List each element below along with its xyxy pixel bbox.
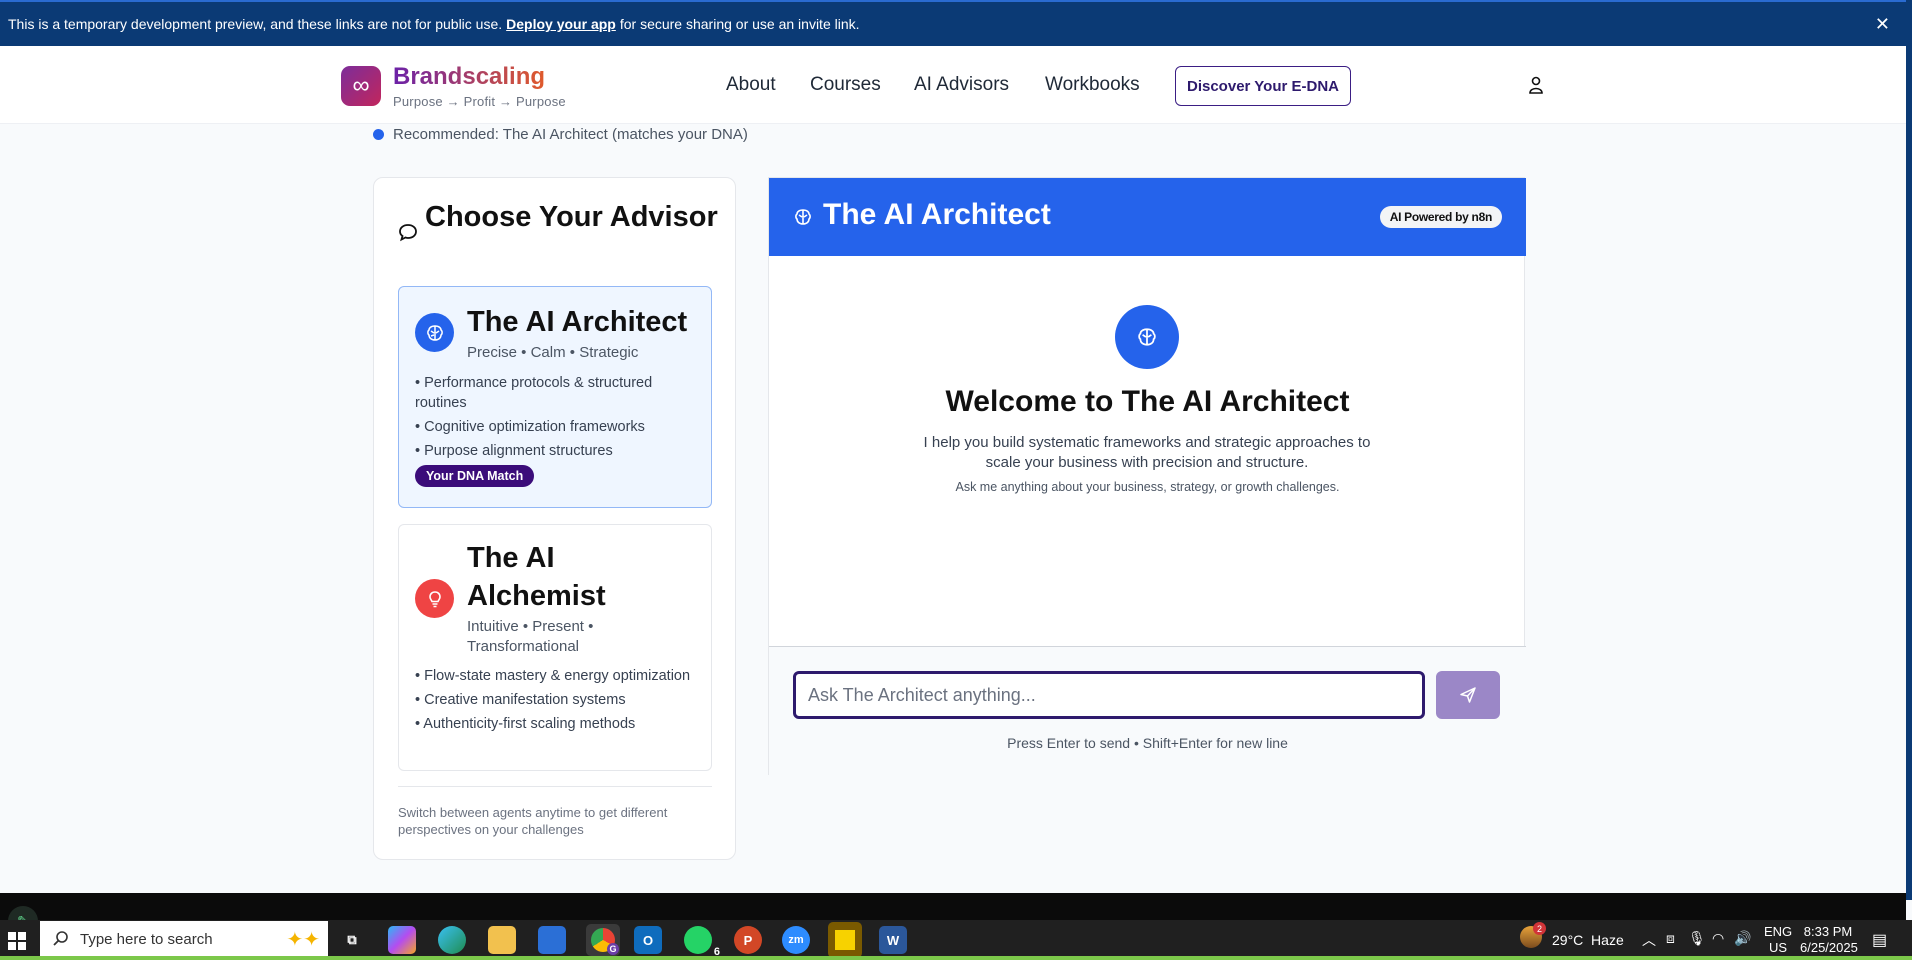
- banner-text: This is a temporary development preview,…: [8, 16, 503, 32]
- search-placeholder: Type here to search: [80, 930, 213, 948]
- taskbar-accent-line: [0, 956, 1912, 960]
- advisor-panel: Choose Your Advisor The AI Architect Pre…: [373, 177, 736, 860]
- divider: [398, 786, 712, 787]
- clock[interactable]: 8:33 PM 6/25/2025: [1800, 924, 1858, 956]
- send-button[interactable]: [1436, 671, 1500, 719]
- edge-icon[interactable]: [438, 926, 466, 954]
- nav-workbooks[interactable]: Workbooks: [1045, 74, 1140, 96]
- advisor-traits: Precise • Calm • Strategic: [467, 344, 639, 361]
- close-icon[interactable]: ✕: [1875, 14, 1890, 35]
- chat-title: The AI Architect: [823, 198, 1051, 231]
- deploy-link[interactable]: Deploy your app: [506, 16, 616, 32]
- page-bottom-band: [0, 893, 1906, 920]
- weather-text[interactable]: 29°C Haze: [1552, 932, 1624, 948]
- chat-panel: The AI Architect AI Powered by n8n Welco…: [768, 177, 1526, 776]
- taskbar-search[interactable]: Type here to search ✦✦: [40, 921, 328, 957]
- chat-bubble-icon: [399, 224, 417, 242]
- banner-text-after: for secure sharing or use an invite link…: [619, 16, 860, 32]
- task-view-icon[interactable]: ⧉: [338, 926, 366, 954]
- brand-name[interactable]: Brandscaling: [393, 63, 545, 91]
- preview-banner: This is a temporary development preview,…: [0, 0, 1906, 46]
- advisor-bullets: • Performance protocols & structured rou…: [415, 375, 653, 459]
- nav-about[interactable]: About: [726, 74, 776, 96]
- recommendation-text: Recommended: The AI Architect (matches y…: [393, 126, 748, 143]
- chat-header: The AI Architect AI Powered by n8n: [769, 178, 1526, 256]
- taskbar: Type here to search ✦✦ ⧉ G O 6 P zm W 2 …: [0, 920, 1912, 960]
- sticky-notes-icon[interactable]: [828, 922, 862, 958]
- lightbulb-icon: [415, 579, 454, 618]
- send-icon: [1460, 687, 1476, 703]
- wifi-icon[interactable]: ◠: [1712, 930, 1724, 947]
- logo-icon[interactable]: ∞: [341, 66, 381, 106]
- whatsapp-icon[interactable]: 6: [684, 926, 720, 958]
- welcome-text: I help you build systematic frameworks a…: [923, 434, 1371, 471]
- powered-by-badge: AI Powered by n8n: [1379, 206, 1502, 228]
- dna-match-badge: Your DNA Match: [415, 465, 535, 487]
- welcome-subtext: Ask me anything about your business, str…: [955, 480, 1340, 494]
- chevron-up-icon[interactable]: ︿: [1642, 930, 1656, 950]
- volume-icon[interactable]: 🔊: [1734, 930, 1751, 947]
- language-indicator[interactable]: ENG US: [1764, 924, 1792, 956]
- search-icon: [53, 931, 68, 946]
- meet-now-icon[interactable]: ⧈: [1666, 930, 1675, 947]
- site-header: ∞ Brandscaling Purpose → Profit → Purpos…: [0, 46, 1906, 124]
- word-icon[interactable]: W: [879, 926, 907, 954]
- user-icon[interactable]: [1528, 76, 1544, 94]
- brand-tagline: Purpose → Profit → Purpose: [393, 94, 566, 109]
- advisor-name: The AI Alchemist: [467, 542, 606, 612]
- windows-start-icon[interactable]: [8, 932, 26, 950]
- brain-icon: [415, 313, 454, 352]
- status-dot-icon: [373, 129, 384, 140]
- nav-ai-advisors[interactable]: AI Advisors: [914, 74, 1009, 96]
- input-hint: Press Enter to send • Shift+Enter for ne…: [1007, 735, 1288, 751]
- store-icon[interactable]: [538, 926, 566, 954]
- file-explorer-icon[interactable]: [488, 926, 516, 954]
- nav-courses[interactable]: Courses: [810, 74, 881, 96]
- discover-edna-button[interactable]: Discover Your E-DNA: [1175, 66, 1351, 106]
- brain-icon: [795, 209, 811, 225]
- advisor-card-alchemist[interactable]: The AI Alchemist Intuitive • Present • T…: [398, 524, 712, 771]
- chat-footer: Press Enter to send • Shift+Enter for ne…: [769, 646, 1526, 776]
- chat-input[interactable]: [793, 671, 1425, 719]
- welcome-title: Welcome to The AI Architect: [945, 385, 1350, 418]
- advisor-bullets: • Flow-state mastery & energy optimizati…: [415, 668, 691, 732]
- advisor-traits: Intuitive • Present • Transformational: [467, 618, 594, 655]
- copilot-icon[interactable]: [388, 926, 416, 954]
- microphone-icon[interactable]: 🎙: [1688, 930, 1706, 947]
- notifications-icon[interactable]: ▤: [1872, 930, 1887, 950]
- advisor-name: The AI Architect: [467, 306, 688, 338]
- advisor-card-architect[interactable]: The AI Architect Precise • Calm • Strate…: [398, 286, 712, 508]
- scrollbar[interactable]: [1906, 0, 1912, 900]
- panel-footer-text: Switch between agents anytime to get dif…: [398, 805, 668, 837]
- panel-title: Choose Your Advisor: [398, 202, 718, 242]
- recommendation: Recommended: The AI Architect (matches y…: [373, 126, 748, 143]
- powerpoint-icon[interactable]: P: [734, 926, 762, 954]
- outlook-icon[interactable]: O: [634, 926, 662, 954]
- zoom-icon[interactable]: zm: [782, 926, 810, 954]
- chrome-icon[interactable]: G: [586, 924, 620, 956]
- weather-icon[interactable]: 2: [1520, 922, 1546, 948]
- brain-icon: [1115, 305, 1179, 369]
- sparkle-icon: ✦✦: [286, 929, 320, 951]
